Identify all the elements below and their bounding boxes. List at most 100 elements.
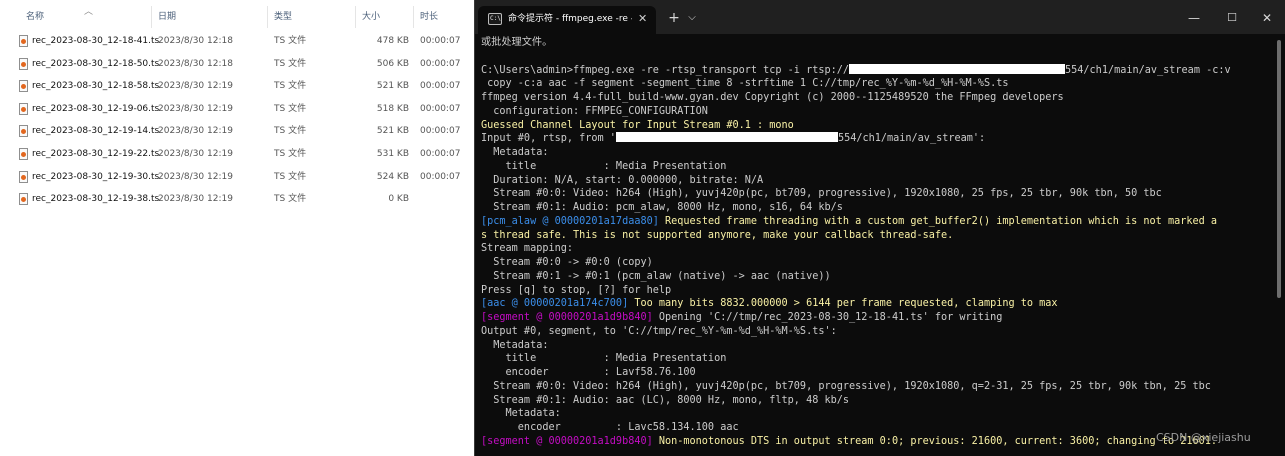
console-line: Stream #0:0: Video: h264 (High), yuvj420… xyxy=(481,187,1271,201)
ts-file-icon xyxy=(19,147,28,160)
file-row[interactable]: rec_2023-08-30_12-19-38.ts 2023/8/30 12:1… xyxy=(0,188,474,211)
console-segment: Stream #0:1: Audio: aac (LC), 8000 Hz, m… xyxy=(481,394,850,406)
file-type: TS 文件 xyxy=(274,58,307,69)
console-segment: title : Media Presentation xyxy=(481,353,727,365)
file-date: 2023/8/30 12:18 xyxy=(158,36,233,46)
console-line: configuration: FFMPEG_CONFIGURATION xyxy=(481,105,1271,119)
window-close-icon[interactable]: ✕ xyxy=(1250,6,1284,30)
console-segment: [segment @ 00000201a1d9b840] xyxy=(481,312,659,323)
file-name: rec_2023-08-30_12-18-41.ts xyxy=(32,36,160,46)
column-divider[interactable] xyxy=(413,6,414,28)
console-line: Metadata: xyxy=(481,339,1271,353)
file-row[interactable]: rec_2023-08-30_12-18-41.ts 2023/8/30 12:1… xyxy=(0,30,474,53)
column-header-row: ︿ 名称 日期 类型 大小 时长 xyxy=(0,0,474,30)
console-segment: 554/ch1/main/av_stream': xyxy=(837,133,986,145)
column-divider[interactable] xyxy=(151,6,152,28)
command-prompt-icon: C:\ xyxy=(488,13,502,25)
file-row[interactable]: rec_2023-08-30_12-18-58.ts 2023/8/30 12:1… xyxy=(0,75,474,98)
console-segment: Too many bits 8832.000000 > 6144 per fra… xyxy=(634,298,1058,310)
file-type: TS 文件 xyxy=(274,36,307,46)
console-segment: C:\Users\admin>ffmpeg.exe -re -rtsp_tran… xyxy=(481,64,850,76)
file-size: 0 KB xyxy=(388,194,409,205)
ts-file-icon xyxy=(19,57,28,70)
console-line: Stream #0:0: Video: h264 (High), yuvj420… xyxy=(481,380,1271,394)
column-header-type[interactable]: 类型 xyxy=(274,6,292,28)
plus-icon[interactable]: + xyxy=(664,6,684,30)
minimize-icon[interactable]: — xyxy=(1177,6,1211,30)
console-segment: 或批处理文件。 xyxy=(481,37,553,48)
file-date: 2023/8/30 12:19 xyxy=(158,171,233,182)
column-divider[interactable] xyxy=(355,6,356,28)
file-duration: 00:00:07 xyxy=(420,171,461,182)
file-duration: 00:00:07 xyxy=(420,81,461,92)
file-row[interactable]: rec_2023-08-30_12-19-06.ts 2023/8/30 12:1… xyxy=(0,98,474,121)
file-type: TS 文件 xyxy=(274,171,307,182)
file-type: TS 文件 xyxy=(274,81,307,92)
file-row[interactable]: rec_2023-08-30_12-18-50.ts 2023/8/30 12:1… xyxy=(0,53,474,76)
sort-ascending-icon: ︿ xyxy=(84,7,94,17)
console-segment: Output #0, segment, to 'C://tmp/rec_%Y-%… xyxy=(481,325,837,337)
file-date: 2023/8/30 12:19 xyxy=(158,148,233,159)
maximize-icon[interactable]: ☐ xyxy=(1215,6,1249,30)
file-size: 521 KB xyxy=(376,81,409,92)
console-line: 或批处理文件。 xyxy=(481,36,1271,50)
watermark: CSDN @xiejiashu xyxy=(1156,431,1251,444)
console-segment: s thread safe. This is not supported any… xyxy=(481,229,954,241)
console-segment: Opening 'C://tmp/rec_2023-08-30_12-18-41… xyxy=(658,312,1003,323)
console-line: Stream #0:0 -> #0:0 (copy) xyxy=(481,256,1271,270)
console-line: Metadata: xyxy=(481,407,1271,421)
column-header-name[interactable]: 名称 xyxy=(26,6,44,28)
console-line: [segment @ 00000201a1d9b840] Opening 'C:… xyxy=(481,311,1271,325)
console-segment: Metadata: xyxy=(481,147,549,158)
close-icon[interactable]: ✕ xyxy=(638,6,647,32)
file-size: 478 KB xyxy=(376,36,409,46)
column-header-size[interactable]: 大小 xyxy=(362,6,380,28)
console-line: title : Media Presentation xyxy=(481,352,1271,366)
file-row[interactable]: rec_2023-08-30_12-19-30.ts 2023/8/30 12:1… xyxy=(0,166,474,189)
file-date: 2023/8/30 12:19 xyxy=(158,103,233,114)
console-segment: Input #0, rtsp, from ' xyxy=(481,133,616,145)
ts-file-icon xyxy=(19,125,28,138)
console-output[interactable]: 或批处理文件。 C:\Users\admin>ffmpeg.exe -re -rt… xyxy=(481,36,1271,449)
console-line: Press [q] to stop, [?] for help xyxy=(481,284,1271,298)
column-header-date[interactable]: 日期 xyxy=(158,6,176,28)
console-segment: Metadata: xyxy=(481,339,549,351)
file-size: 518 KB xyxy=(376,103,409,114)
column-header-duration[interactable]: 时长 xyxy=(420,6,438,28)
title-bar[interactable]: C:\ 命令提示符 - ffmpeg.exe -re - ✕ + ⌵ — ☐ ✕ xyxy=(475,0,1285,34)
console-segment: [segment @ 00000201a1d9b840] xyxy=(481,435,659,447)
console-segment: Stream #0:1 -> #0:1 (pcm_alaw (native) -… xyxy=(481,270,831,282)
file-size: 521 KB xyxy=(376,126,409,137)
file-row[interactable]: rec_2023-08-30_12-19-14.ts 2023/8/30 12:1… xyxy=(0,120,474,143)
file-name: rec_2023-08-30_12-19-14.ts xyxy=(32,126,160,137)
file-date: 2023/8/30 12:18 xyxy=(158,58,233,69)
console-line: Duration: N/A, start: 0.000000, bitrate:… xyxy=(481,174,1271,188)
console-segment: Stream mapping: xyxy=(481,243,574,255)
console-segment: Stream #0:0: Video: h264 (High), yuvj420… xyxy=(481,380,1211,392)
console-line: encoder : Lavf58.76.100 xyxy=(481,366,1271,380)
console-line: copy -c:a aac -f segment -segment_time 8… xyxy=(481,77,1271,91)
console-line: Stream mapping: xyxy=(481,242,1271,256)
ts-file-icon xyxy=(19,80,28,93)
chevron-down-icon[interactable]: ⌵ xyxy=(683,6,701,30)
redacted-block xyxy=(849,63,1066,74)
console-segment: copy -c:a aac -f segment -segment_time 8… xyxy=(481,78,1009,90)
redacted-block xyxy=(615,132,838,143)
column-divider[interactable] xyxy=(267,6,268,28)
console-segment: Stream #0:0 -> #0:0 (copy) xyxy=(481,257,653,268)
terminal-tab[interactable]: C:\ 命令提示符 - ffmpeg.exe -re - ✕ xyxy=(478,6,656,34)
file-duration: 00:00:07 xyxy=(420,36,461,46)
console-segment: configuration: FFMPEG_CONFIGURATION xyxy=(481,105,708,117)
file-row[interactable]: rec_2023-08-30_12-19-22.ts 2023/8/30 12:1… xyxy=(0,143,474,166)
file-name: rec_2023-08-30_12-18-50.ts xyxy=(32,58,160,69)
console-line: [pcm_alaw @ 00000201a17daa80] Requested … xyxy=(481,215,1271,229)
console-segment: Non-monotonous DTS in output stream 0:0;… xyxy=(658,435,1218,447)
ts-file-icon xyxy=(19,35,28,47)
ts-file-icon xyxy=(19,170,28,183)
file-name: rec_2023-08-30_12-19-22.ts xyxy=(32,148,160,159)
scrollbar-thumb[interactable] xyxy=(1277,40,1281,298)
console-segment: encoder : Lavf58.76.100 xyxy=(481,367,696,378)
file-size: 531 KB xyxy=(376,148,409,159)
file-type: TS 文件 xyxy=(274,148,307,159)
